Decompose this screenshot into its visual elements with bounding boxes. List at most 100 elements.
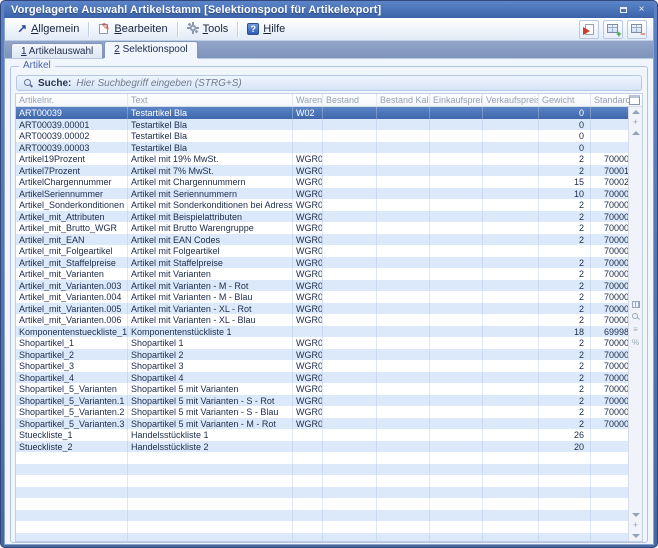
table-row[interactable]: Shopartikel_2Shopartikel 2WGR01270000 [16, 349, 628, 361]
cell-warengruppe: WGR01 [293, 234, 323, 246]
cell-text [128, 498, 293, 510]
table-row[interactable]: Shopartikel_3Shopartikel 3WGR01270000 [16, 360, 628, 372]
table-row[interactable]: ART00039Testartikel BlaW020 [16, 107, 628, 119]
table-row[interactable]: Stueckliste_2Handelsstückliste 220 [16, 441, 628, 453]
cell-warengruppe: WGR01 [293, 291, 323, 303]
cell-text: Artikel mit Varianten - M - Blau [128, 291, 293, 303]
table-row[interactable]: ART00039.00003Testartikel Bla0 [16, 142, 628, 154]
cell-verkaufspreis [483, 303, 539, 315]
table-row[interactable]: Artikel_mit_Varianten.003Artikel mit Var… [16, 280, 628, 292]
scroll-to-top-button[interactable] [632, 110, 640, 114]
column-header-gewicht[interactable]: Gewicht [539, 94, 591, 106]
scroll-up-icon[interactable] [632, 131, 640, 135]
grid-side-strip: + ≡ % + [628, 107, 642, 541]
table-row[interactable]: Shopartikel_5_VariantenShopartikel 5 mit… [16, 383, 628, 395]
app-body: ↗ Allgemein ✎ Bearbeiten Tools ? Hilfe [4, 18, 654, 545]
cell-bestand-kalk [377, 349, 430, 361]
table-row[interactable]: ART00039.00002Testartikel Bla0 [16, 130, 628, 142]
cell-gewicht [539, 510, 591, 522]
table-row[interactable]: Artikel_mit_EANArtikel mit EAN CodesWGR0… [16, 234, 628, 246]
tab-artikelauswahl[interactable]: 1 Artikelauswahl [11, 43, 103, 58]
cell-bestand [323, 130, 377, 142]
table-row[interactable]: Artikel_mit_Varianten.005Artikel mit Var… [16, 303, 628, 315]
table-row[interactable]: Artikel_mit_VariantenArtikel mit Variant… [16, 268, 628, 280]
cell-artikelnr: ART00039.00002 [16, 130, 128, 142]
column-header-artikelnr[interactable]: Artikelnr. [16, 94, 128, 106]
cell-verkaufspreis [483, 142, 539, 154]
scroll-to-bottom-button[interactable] [632, 534, 640, 538]
table-row[interactable]: ArtikelSeriennummerArtikel mit Seriennum… [16, 188, 628, 200]
cell-bestand [323, 199, 377, 211]
table-row[interactable]: Artikel_mit_AttributenArtikel mit Beispi… [16, 211, 628, 223]
cell-artikelnr: ART00039 [16, 107, 128, 119]
grid-list-icon[interactable]: ≡ [633, 326, 638, 334]
table-row[interactable]: Artikel7ProzentArtikel mit 7% MwSt.WGR02… [16, 165, 628, 177]
table-row[interactable]: ART00039.00001Testartikel Bla0 [16, 119, 628, 131]
menu-allgemein[interactable]: ↗ Allgemein [11, 21, 85, 37]
content-panel: Artikel Suche: Artikelnr.TextWarengBesta… [5, 59, 653, 544]
cell-artikelnr: Artikel_mit_Folgeartikel [16, 245, 128, 257]
menu-bearbeiten[interactable]: ✎ Bearbeiten [92, 21, 173, 37]
scroll-drag-icon[interactable]: + [633, 119, 638, 126]
cell-bestand-kalk [377, 395, 430, 407]
cell-einkaufspreis [430, 521, 483, 533]
cell-artikelnr [16, 510, 128, 522]
cell-bestand-kalk [377, 176, 430, 188]
column-header-verkaufspreis[interactable]: Verkaufspreis [483, 94, 539, 106]
table-row[interactable]: Shopartikel_1Shopartikel 1WGR01270000 [16, 337, 628, 349]
cell-gewicht: 2 [539, 211, 591, 223]
column-header-bestand[interactable]: Bestand [323, 94, 377, 106]
cell-bestand [323, 176, 377, 188]
cell-bestand [323, 291, 377, 303]
scroll-down-icon[interactable] [632, 513, 640, 517]
column-header-text[interactable]: Text [128, 94, 293, 106]
column-header-warengruppe[interactable]: Wareng [293, 94, 323, 106]
close-button[interactable]: × [634, 3, 649, 16]
table-row[interactable]: Komponentenstueckliste_1Komponentenstück… [16, 326, 628, 338]
grid-percent-icon[interactable]: % [632, 339, 639, 347]
column-header-einkaufspreis[interactable]: Einkaufspreis [430, 94, 483, 106]
table-row[interactable]: Artikel_mit_FolgeartikelArtikel mit Folg… [16, 245, 628, 257]
cell-verkaufspreis [483, 418, 539, 430]
cell-warengruppe [293, 452, 323, 464]
cell-text: Shopartikel 1 [128, 337, 293, 349]
cell-text: Artikel mit Varianten - XL - Rot [128, 303, 293, 315]
cell-warengruppe: WGR01 [293, 372, 323, 384]
cell-gewicht: 15 [539, 176, 591, 188]
cell-verkaufspreis [483, 257, 539, 269]
tab-selektionspool[interactable]: 2 Selektionspool [104, 41, 197, 58]
table-row[interactable]: Artikel_mit_StaffelpreiseArtikel mit Sta… [16, 257, 628, 269]
table-row[interactable]: Shopartikel_5_Varianten.1Shopartikel 5 m… [16, 395, 628, 407]
table-row[interactable]: Artikel19ProzentArtikel mit 19% MwSt.WGR… [16, 153, 628, 165]
search-input[interactable] [76, 78, 635, 89]
grid-columns-icon[interactable] [632, 301, 640, 308]
maximize-button[interactable] [616, 3, 631, 16]
table-row[interactable]: Artikel_mit_Varianten.004Artikel mit Var… [16, 291, 628, 303]
table-row[interactable]: Stueckliste_1Handelsstückliste 126 [16, 429, 628, 441]
remove-articles-button[interactable]: − [627, 20, 647, 39]
table-row[interactable]: Artikel_mit_Varianten.006Artikel mit Var… [16, 314, 628, 326]
cell-gewicht: 2 [539, 372, 591, 384]
menu-hilfe[interactable]: ? Hilfe [241, 21, 291, 37]
menu-tools[interactable]: Tools [181, 20, 235, 39]
cell-bestand [323, 188, 377, 200]
scroll-drag-icon[interactable]: + [633, 522, 638, 529]
cell-gewicht: 2 [539, 314, 591, 326]
table-row[interactable]: Shopartikel_5_Varianten.2Shopartikel 5 m… [16, 406, 628, 418]
table-row[interactable]: ArtikelChargennummerArtikel mit Chargenn… [16, 176, 628, 188]
cell-standardlief [591, 464, 628, 476]
cell-artikelnr: ArtikelChargennummer [16, 176, 128, 188]
column-header-bestand-kalk[interactable]: Bestand Kalk. [377, 94, 430, 106]
table-row[interactable]: Artikel_SonderkonditionenArtikel mit Son… [16, 199, 628, 211]
cell-gewicht: 2 [539, 153, 591, 165]
export-close-button[interactable] [579, 20, 599, 39]
menu-separator [88, 22, 89, 37]
table-row[interactable]: Shopartikel_4Shopartikel 4WGR01270000 [16, 372, 628, 384]
add-articles-button[interactable]: + [603, 20, 623, 39]
column-chooser-button[interactable] [627, 94, 642, 106]
grid-search-icon[interactable] [632, 313, 640, 321]
cell-verkaufspreis [483, 222, 539, 234]
table-row[interactable]: Artikel_mit_Brutto_WGRArtikel mit Brutto… [16, 222, 628, 234]
table-row[interactable]: Shopartikel_5_Varianten.3Shopartikel 5 m… [16, 418, 628, 430]
search-bar[interactable]: Suche: [16, 75, 642, 91]
